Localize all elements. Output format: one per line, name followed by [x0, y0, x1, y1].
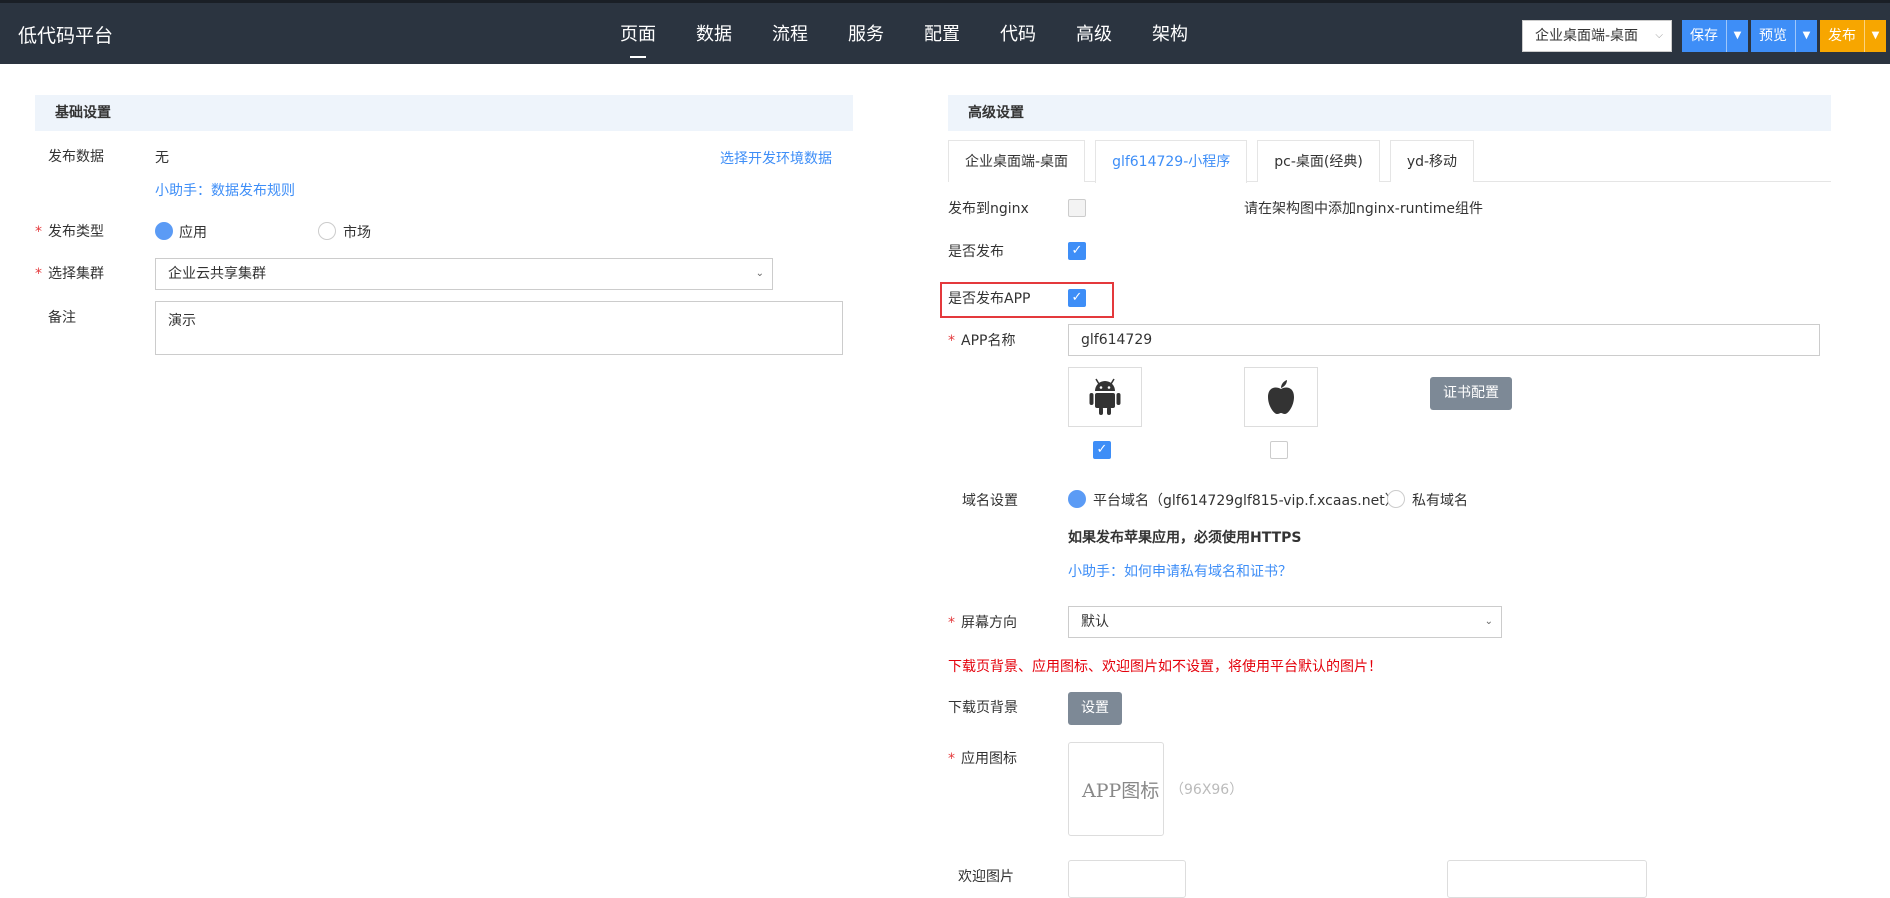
required-mark: *: [948, 615, 955, 631]
cert-config-button[interactable]: 证书配置: [1430, 377, 1512, 410]
choose-env-data-link[interactable]: 选择开发环境数据: [720, 148, 832, 168]
cluster-select-value: 企业云共享集群: [168, 266, 266, 282]
nav-architecture[interactable]: 架构: [1132, 3, 1208, 67]
publish-app-label: 是否发布APP: [948, 291, 1031, 307]
env-select[interactable]: 企业桌面端-桌面 ⌵: [1522, 20, 1672, 52]
cluster-label-text: 选择集群: [48, 266, 104, 282]
remark-label: 备注: [48, 310, 76, 326]
main-nav: 页面 数据 流程 服务 配置 代码 高级 架构: [600, 3, 1208, 67]
publish-dropdown-icon[interactable]: ▼: [1864, 20, 1886, 52]
advanced-settings-header: 高级设置: [948, 95, 1831, 131]
publish-label: 是否发布: [948, 244, 1004, 260]
nav-service[interactable]: 服务: [828, 3, 904, 67]
brand-title: 低代码平台: [18, 25, 114, 47]
app-icon-label-text: 应用图标: [961, 751, 1017, 767]
platform-domain-label: 平台域名（glf614729glf815-vip.f.xcaas.net）: [1093, 493, 1399, 509]
android-icon: [1089, 378, 1121, 415]
app-icon-label: * 应用图标: [948, 748, 1017, 768]
preview-split-button: 预览 ▼: [1751, 20, 1817, 52]
nav-code[interactable]: 代码: [980, 3, 1056, 67]
apple-icon: [1268, 380, 1294, 414]
cluster-label: * 选择集群: [35, 263, 104, 283]
domain-helper-link[interactable]: 小助手：如何申请私有域名和证书？: [1068, 561, 1292, 581]
app-name-input[interactable]: glf614729: [1068, 324, 1820, 356]
welcome-image-upload-2[interactable]: [1447, 860, 1647, 898]
save-dropdown-icon[interactable]: ▼: [1726, 20, 1748, 52]
publish-app-checkbox[interactable]: ✓: [1068, 289, 1086, 307]
required-mark: *: [948, 751, 955, 767]
android-option[interactable]: [1068, 367, 1142, 427]
cluster-select[interactable]: 企业云共享集群 ⌄: [155, 258, 773, 290]
welcome-image-label: 欢迎图片: [958, 869, 1014, 885]
download-bg-label: 下载页背景: [948, 700, 1018, 716]
chevron-down-icon: ⌄: [755, 268, 764, 279]
ios-checkbox[interactable]: [1270, 441, 1288, 459]
nav-config[interactable]: 配置: [904, 3, 980, 67]
nginx-hint: 请在架构图中添加nginx-runtime组件: [1244, 201, 1483, 217]
ios-option[interactable]: [1244, 367, 1318, 427]
orientation-select[interactable]: 默认 ⌄: [1068, 606, 1502, 638]
https-note: 如果发布苹果应用，必须使用HTTPS: [1068, 530, 1302, 546]
publish-split-button: 发布 ▼: [1820, 20, 1886, 52]
platform-domain-radio[interactable]: [1068, 490, 1086, 508]
domain-label: 域名设置: [962, 493, 1018, 509]
app-icon-size-hint: （96X96）: [1170, 782, 1244, 798]
publish-type-label-text: 发布类型: [48, 224, 104, 240]
publish-type-label: * 发布类型: [35, 221, 104, 241]
preview-button[interactable]: 预览: [1751, 20, 1795, 52]
env-select-value: 企业桌面端-桌面: [1535, 28, 1639, 44]
required-mark: *: [35, 266, 42, 282]
data-publish-rules-link[interactable]: 小助手：数据发布规则: [155, 180, 295, 200]
orientation-label-text: 屏幕方向: [961, 615, 1017, 631]
nav-data[interactable]: 数据: [676, 3, 752, 67]
tab-desktop[interactable]: 企业桌面端-桌面: [948, 140, 1086, 182]
default-image-warning: 下载页背景、应用图标、欢迎图片如不设置，将使用平台默认的图片！: [948, 659, 1382, 675]
tab-pc-classic[interactable]: pc-桌面(经典): [1257, 140, 1380, 182]
nav-flow[interactable]: 流程: [752, 3, 828, 67]
orientation-label: * 屏幕方向: [948, 612, 1017, 632]
private-domain-label: 私有域名: [1412, 493, 1468, 509]
nginx-checkbox[interactable]: [1068, 199, 1086, 217]
welcome-image-upload-1[interactable]: [1068, 860, 1186, 898]
app-icon-placeholder: APP图标: [1082, 780, 1160, 802]
publish-checkbox[interactable]: ✓: [1068, 242, 1086, 260]
nav-advanced[interactable]: 高级: [1056, 3, 1132, 67]
preview-dropdown-icon[interactable]: ▼: [1795, 20, 1817, 52]
required-mark: *: [35, 224, 42, 240]
remark-textarea[interactable]: 演示: [155, 301, 843, 355]
tab-mobile[interactable]: yd-移动: [1389, 140, 1475, 182]
chevron-down-icon: ⌵: [1655, 30, 1663, 41]
publish-data-label: 发布数据: [48, 149, 104, 165]
publish-data-value: 无: [155, 150, 169, 166]
app-name-label: * APP名称: [948, 330, 1015, 350]
save-button[interactable]: 保存: [1682, 20, 1726, 52]
required-mark: *: [948, 333, 955, 349]
basic-settings-header: 基础设置: [35, 95, 853, 131]
chevron-down-icon: ⌄: [1484, 616, 1493, 627]
save-split-button: 保存 ▼: [1682, 20, 1748, 52]
platform-tabs: 企业桌面端-桌面 glf614729-小程序 pc-桌面(经典) yd-移动: [948, 140, 1831, 183]
app-name-label-text: APP名称: [961, 333, 1016, 349]
private-domain-radio[interactable]: [1387, 490, 1405, 508]
top-bar: 低代码平台 页面 数据 流程 服务 配置 代码 高级 架构 企业桌面端-桌面 ⌵…: [0, 0, 1890, 64]
type-market-radio[interactable]: [318, 222, 336, 240]
publish-button[interactable]: 发布: [1820, 20, 1864, 52]
download-bg-set-button[interactable]: 设置: [1068, 692, 1122, 725]
type-app-radio[interactable]: [155, 222, 173, 240]
nginx-label: 发布到nginx: [948, 201, 1029, 217]
type-market-label: 市场: [343, 225, 371, 241]
android-checkbox[interactable]: ✓: [1093, 441, 1111, 459]
tab-mini-program[interactable]: glf614729-小程序: [1095, 140, 1248, 183]
nav-page[interactable]: 页面: [600, 3, 676, 67]
orientation-select-value: 默认: [1081, 614, 1109, 630]
type-app-label: 应用: [179, 225, 207, 241]
